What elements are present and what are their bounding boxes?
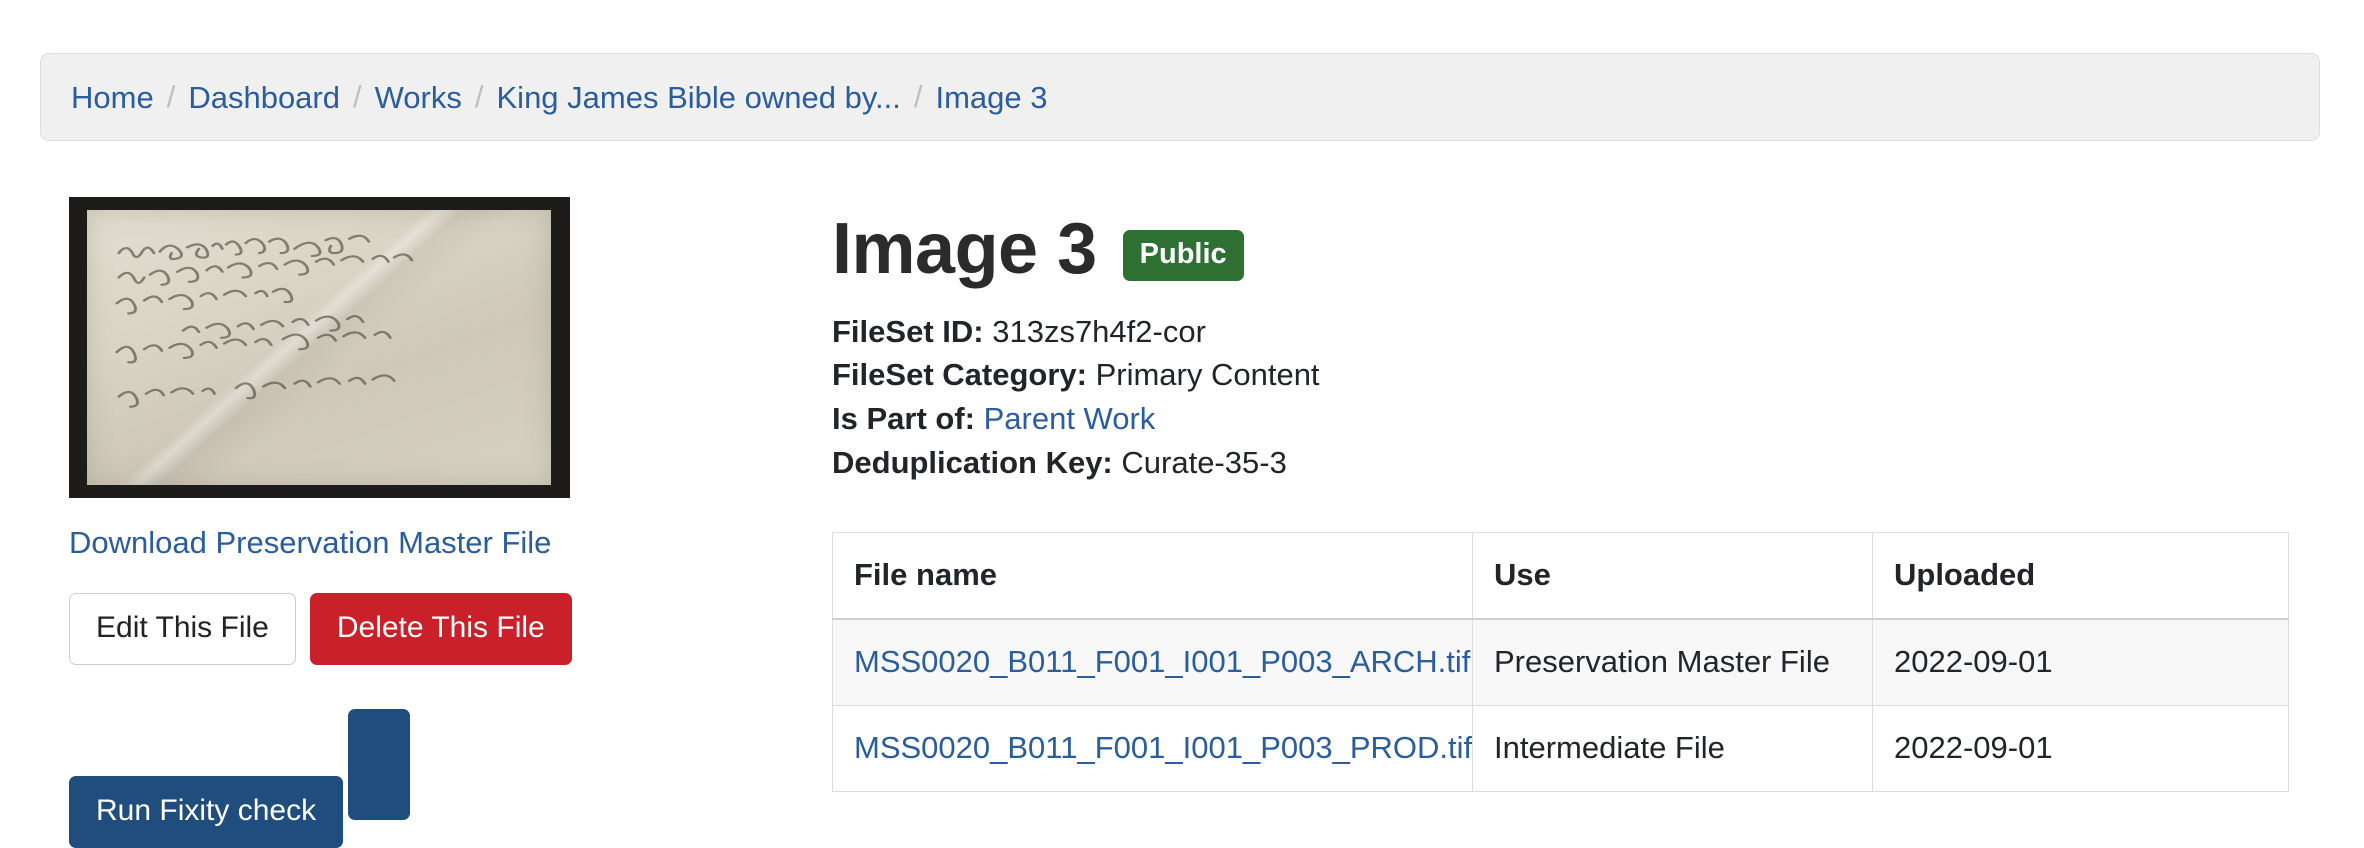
file-link[interactable]: MSS0020_B011_F001_I001_P003_PROD.tif [854,730,1472,765]
table-header-row: File name Use Uploaded [832,532,2289,621]
file-action-buttons: Edit This File Delete This File [69,593,709,666]
breadcrumb-item-home[interactable]: Home [71,82,154,113]
edit-this-file-button[interactable]: Edit This File [69,593,296,666]
file-sidebar: Download Preservation Master File Edit T… [69,197,709,848]
file-link[interactable]: MSS0020_B011_F001_I001_P003_ARCH.tif [854,644,1470,679]
column-header-file-name: File name [832,532,1473,621]
metadata-label: Is Part of: [832,400,975,436]
metadata-list: FileSet ID: 313zs7h4f2-cor FileSet Categ… [832,310,2292,485]
column-header-uploaded: Uploaded [1872,532,2289,621]
breadcrumb: Home / Dashboard / Works / King James Bi… [40,53,2320,141]
breadcrumb-separator: / [166,79,176,114]
cell-use: Preservation Master File [1472,618,1873,706]
breadcrumb-separator: / [474,79,484,114]
title-row: Image 3 Public [832,209,2292,289]
parent-work-link[interactable]: Parent Work [984,401,1156,436]
handwriting-ink [109,233,500,420]
table-row: MSS0020_B011_F001_I001_P003_PROD.tif Int… [832,704,2289,792]
delete-this-file-button[interactable]: Delete This File [309,593,572,666]
metadata-value: Curate-35-3 [1121,444,1287,480]
breadcrumb-item-dashboard[interactable]: Dashboard [188,82,340,113]
fileset-detail-panel: Image 3 Public FileSet ID: 313zs7h4f2-co… [832,209,2292,792]
page-title: Image 3 [832,209,1097,289]
metadata-value: 313zs7h4f2-cor [992,313,1206,349]
cell-file-name: MSS0020_B011_F001_I001_P003_PROD.tif [832,704,1473,792]
metadata-label: Deduplication Key: [832,444,1113,480]
breadcrumb-separator: / [913,79,923,114]
breadcrumb-item-current[interactable]: Image 3 [936,82,1048,113]
breadcrumb-item-work[interactable]: King James Bible owned by... [497,82,901,113]
metadata-label: FileSet ID: [832,313,984,349]
cell-uploaded: 2022-09-01 [1872,704,2289,792]
metadata-value: Primary Content [1095,357,1320,393]
metadata-row-deduplication-key: Deduplication Key: Curate-35-3 [832,441,2292,485]
breadcrumb-separator: / [352,79,362,114]
metadata-row-fileset-id: FileSet ID: 313zs7h4f2-cor [832,310,2292,354]
metadata-row-fileset-category: FileSet Category: Primary Content [832,353,2292,397]
files-table-body: MSS0020_B011_F001_I001_P003_ARCH.tif Pre… [832,618,2289,792]
files-table-head: File name Use Uploaded [832,532,2289,621]
breadcrumb-item-works[interactable]: Works [375,82,462,113]
visibility-badge: Public [1122,230,1244,282]
file-thumbnail[interactable] [69,197,570,498]
run-fixity-check-button[interactable]: Run Fixity check [69,776,344,848]
cell-use: Intermediate File [1472,704,1873,792]
table-row: MSS0020_B011_F001_I001_P003_ARCH.tif Pre… [832,618,2289,706]
secondary-action-button-partial[interactable] [347,709,410,821]
column-header-use: Use [1472,532,1873,621]
download-preservation-master-link[interactable]: Download Preservation Master File [69,524,551,561]
cell-file-name: MSS0020_B011_F001_I001_P003_ARCH.tif [832,618,1473,706]
metadata-row-is-part-of: Is Part of: Parent Work [832,397,2292,441]
cell-uploaded: 2022-09-01 [1872,618,2289,706]
files-table: File name Use Uploaded MSS0020_B011_F001… [832,532,2289,792]
metadata-label: FileSet Category: [832,357,1087,393]
